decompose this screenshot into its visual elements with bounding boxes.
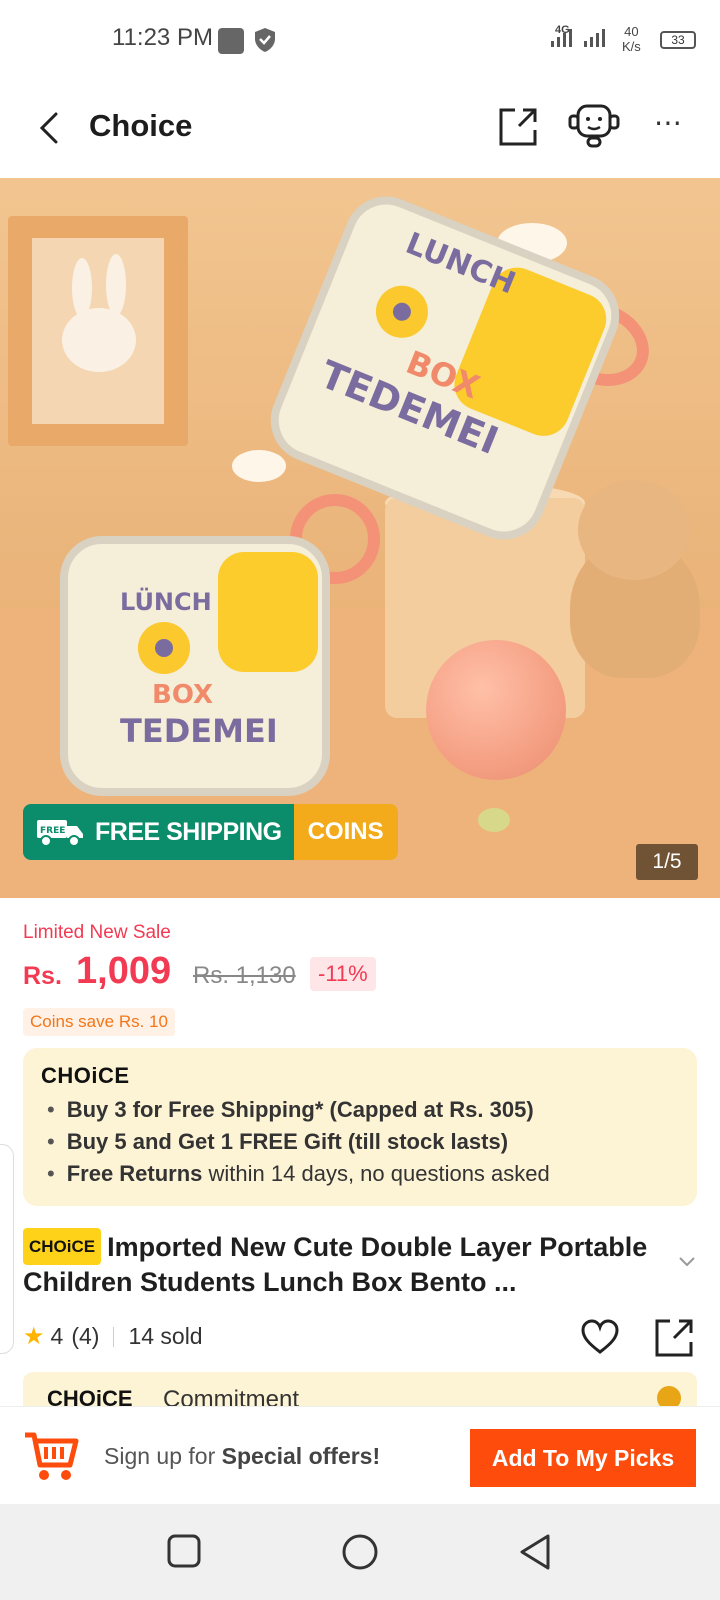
choice-badge: CHOiCE xyxy=(23,1228,102,1265)
cart-icon[interactable] xyxy=(22,1429,80,1485)
benefit-item: Buy 5 and Get 1 FREE Gift (till stock la… xyxy=(47,1126,550,1158)
picture-frame xyxy=(8,216,188,446)
sale-label: Limited New Sale xyxy=(23,922,171,943)
side-drawer-handle[interactable] xyxy=(0,1144,14,1354)
page-title: Choice xyxy=(89,108,193,143)
add-to-picks-button[interactable]: Add To My Picks xyxy=(470,1429,696,1487)
signal-icon-2 xyxy=(584,29,605,47)
home-icon[interactable] xyxy=(340,1532,380,1572)
box2-word3: TEDEMEI xyxy=(120,712,278,750)
back-nav-icon[interactable] xyxy=(518,1532,554,1572)
truck-label: FREE xyxy=(40,826,65,836)
coins-label: COINS xyxy=(293,804,398,860)
commitment-label: Commitment xyxy=(163,1386,300,1406)
product-image-gallery[interactable]: LUNCH BOX TEDEMEI LÜNCH BOX TEDEMEI FREE… xyxy=(0,178,720,898)
more-icon[interactable]: ⋯ xyxy=(654,106,685,139)
image-counter: 1/5 xyxy=(636,844,698,880)
lunchbox-bottom: LÜNCH BOX TEDEMEI xyxy=(60,494,380,796)
shield-icon xyxy=(255,28,275,52)
divider xyxy=(113,1326,115,1347)
choice-benefits-card[interactable]: CHOiCE Buy 3 for Free Shipping* (Capped … xyxy=(23,1048,697,1206)
battery-icon: 33 xyxy=(660,31,696,49)
commitment-section[interactable]: CHOiCE Commitment xyxy=(23,1372,697,1406)
bottom-action-bar: Sign up for Special offers! Add To My Pi… xyxy=(0,1406,720,1504)
current-price: 1,009 xyxy=(76,950,172,992)
network-speed: 40 K/s xyxy=(622,24,641,54)
rating-row[interactable]: ★ 4 (4) 14 sold xyxy=(23,1322,203,1351)
speed-unit: K/s xyxy=(622,39,641,54)
chevron-down-icon[interactable] xyxy=(678,1256,696,1268)
notification-icon xyxy=(218,28,244,54)
status-time: 11:23 PM xyxy=(112,24,213,51)
back-arrow-icon[interactable] xyxy=(30,108,70,148)
share-icon[interactable] xyxy=(497,106,539,148)
product-title-text: Imported New Cute Double Layer Portable … xyxy=(23,1232,648,1297)
recents-icon[interactable] xyxy=(166,1532,202,1570)
free-shipping-badge: FREE FREE SHIPPING COINS xyxy=(23,804,398,860)
status-bar: 11:23 PM 4G 40 K/s 33 xyxy=(0,0,720,80)
speed-value: 40 xyxy=(624,24,639,39)
system-nav-bar xyxy=(0,1504,720,1600)
app-header: Choice ⋯ xyxy=(0,80,720,178)
free-shipping-label: FREE SHIPPING xyxy=(95,817,282,846)
price-currency: Rs. xyxy=(23,962,62,990)
chevron-right-icon[interactable] xyxy=(657,1386,681,1406)
choice-logo: CHOiCE xyxy=(41,1063,130,1088)
signal-icon xyxy=(551,29,572,47)
customer-service-icon[interactable] xyxy=(568,102,620,150)
star-icon: ★ xyxy=(23,1323,45,1350)
bean-decoration xyxy=(478,808,510,832)
coins-save-badge: Coins save Rs. 10 xyxy=(23,1008,175,1036)
sold-count: 14 sold xyxy=(128,1323,203,1349)
signup-prompt[interactable]: Sign up for Special offers! xyxy=(104,1443,380,1470)
box2-word2: BOX xyxy=(152,680,214,710)
box2-word1: LÜNCH xyxy=(120,588,212,616)
rating-value: 4 xyxy=(50,1323,64,1349)
truck-icon: FREE xyxy=(37,820,83,847)
benefit-item: Buy 3 for Free Shipping* (Capped at Rs. … xyxy=(47,1094,550,1126)
review-count: (4) xyxy=(71,1323,100,1349)
choice-benefits-list: Buy 3 for Free Shipping* (Capped at Rs. … xyxy=(47,1094,550,1190)
discount-badge: -11% xyxy=(310,957,376,991)
teddy-bear-head xyxy=(578,480,690,580)
pink-ball xyxy=(426,640,566,780)
original-price: Rs. 1,130 xyxy=(193,962,296,989)
share-icon[interactable] xyxy=(654,1318,694,1358)
heart-icon[interactable] xyxy=(580,1318,620,1356)
product-title[interactable]: CHOiCE Imported New Cute Double Layer Por… xyxy=(23,1228,673,1300)
commitment-logo: CHOiCE xyxy=(47,1386,133,1406)
benefit-item: Free Returns within 14 days, no question… xyxy=(47,1158,550,1190)
